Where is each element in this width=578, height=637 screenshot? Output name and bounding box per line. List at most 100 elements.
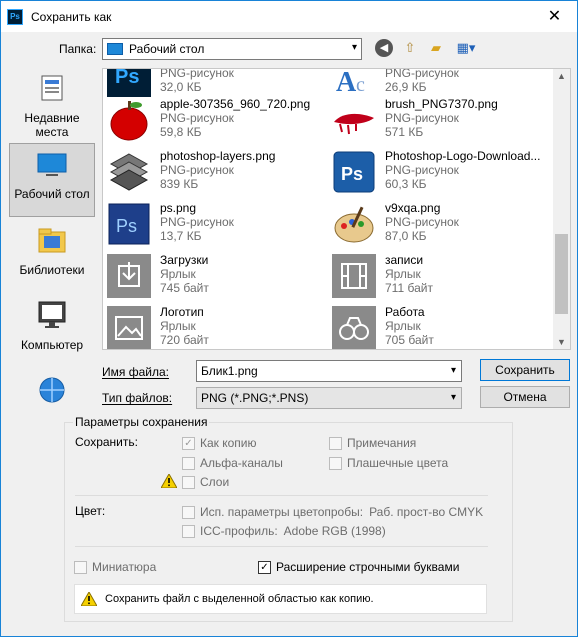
file-type: Ярлык bbox=[160, 267, 196, 281]
save-button[interactable]: Сохранить bbox=[480, 359, 570, 381]
window-title: Сохранить как bbox=[31, 9, 112, 24]
network-icon bbox=[39, 377, 65, 403]
place-recent[interactable]: Недавние места bbox=[9, 68, 95, 142]
file-item[interactable]: Логотип Ярлык 720 байт bbox=[103, 304, 318, 349]
up-folder-icon[interactable]: ⇧ bbox=[401, 39, 419, 57]
save-label: Сохранить: bbox=[75, 435, 138, 449]
svg-text:Ps: Ps bbox=[115, 68, 139, 88]
image-shortcut-icon bbox=[107, 306, 151, 349]
filename-input[interactable]: Блик1.png ▾ bbox=[196, 360, 462, 382]
icc-checkbox[interactable]: ICC-профиль: Adobe RGB (1998) bbox=[182, 524, 386, 538]
warning-icon bbox=[161, 474, 177, 488]
back-icon[interactable]: ◀ bbox=[375, 39, 393, 57]
file-item[interactable]: Загрузки Ярлык 745 байт bbox=[103, 252, 318, 302]
svg-text:Ps: Ps bbox=[116, 216, 137, 236]
file-item[interactable]: Работа Ярлык 705 байт bbox=[328, 304, 543, 349]
place-recent-label-1: Недавние bbox=[24, 111, 80, 125]
scroll-down-icon[interactable]: ▼ bbox=[557, 337, 566, 347]
separator bbox=[75, 495, 488, 496]
photoshop-app-icon: Ps bbox=[7, 8, 23, 25]
file-type: PNG-рисунок bbox=[160, 111, 234, 125]
file-item[interactable]: Ps Photoshop-Logo-Download... PNG-рисуно… bbox=[328, 148, 543, 198]
file-size: 839 КБ bbox=[160, 177, 199, 191]
layers-label: Слои bbox=[200, 475, 230, 489]
checkbox-box bbox=[329, 436, 342, 450]
chevron-down-icon[interactable]: ▾ bbox=[451, 365, 456, 376]
file-size: 32,0 КБ bbox=[160, 80, 202, 94]
nav-toolbar: ◀ ⇧ ▰ ▦▾ bbox=[375, 39, 479, 57]
file-item[interactable]: brush_PNG7370.png PNG-рисунок 571 КБ bbox=[328, 96, 543, 146]
place-desktop-label: Рабочий стол bbox=[14, 187, 90, 201]
lowercase-ext-label: Расширение строчными буквами bbox=[276, 560, 460, 574]
filetype-value: PNG (*.PNG;*.PNS) bbox=[201, 391, 309, 405]
filename-value: Блик1.png bbox=[201, 364, 258, 378]
layers-checkbox[interactable]: Слои bbox=[182, 475, 229, 489]
checkbox-box bbox=[182, 524, 195, 538]
filetype-select[interactable]: PNG (*.PNG;*.PNS) ▾ bbox=[196, 387, 462, 409]
desktop-folder-icon bbox=[107, 43, 123, 55]
place-computer-label: Компьютер bbox=[20, 338, 84, 352]
chevron-down-icon: ▾ bbox=[450, 392, 456, 403]
file-type: PNG-рисунок bbox=[160, 163, 234, 177]
file-item[interactable]: photoshop-layers.png PNG-рисунок 839 КБ bbox=[103, 148, 318, 198]
file-name: записи bbox=[385, 253, 424, 267]
scrollbar-thumb[interactable] bbox=[555, 234, 568, 314]
file-name: Логотип bbox=[160, 305, 204, 319]
file-type: Ярлык bbox=[385, 319, 421, 333]
separator bbox=[75, 546, 488, 547]
checkbox-box bbox=[182, 475, 195, 489]
libraries-icon bbox=[38, 228, 66, 253]
video-shortcut-icon bbox=[332, 254, 376, 298]
file-type: PNG-рисунок bbox=[385, 111, 459, 125]
checkbox-box bbox=[182, 456, 195, 470]
file-type: PNG-рисунок bbox=[385, 163, 459, 177]
place-libraries[interactable]: Библиотеки bbox=[9, 220, 95, 294]
file-name: ps.png bbox=[160, 201, 197, 215]
view-menu-icon[interactable]: ▦▾ bbox=[453, 39, 479, 57]
as-copy-checkbox[interactable]: ✓ Как копию bbox=[182, 436, 257, 450]
place-desktop[interactable]: Рабочий стол bbox=[9, 143, 95, 217]
file-type: PNG-рисунок bbox=[160, 215, 234, 229]
notes-checkbox[interactable]: Примечания bbox=[329, 436, 416, 450]
file-name: Загрузки bbox=[160, 253, 209, 267]
chevron-down-icon: ▾ bbox=[351, 42, 357, 53]
file-size: 705 байт bbox=[385, 333, 434, 347]
save-options-title: Параметры сохранения bbox=[73, 415, 210, 429]
spot-checkbox[interactable]: Плашечные цвета bbox=[329, 456, 448, 470]
lowercase-ext-checkbox[interactable]: ✓ Расширение строчными буквами bbox=[258, 560, 459, 574]
thumbnail-checkbox[interactable]: Миниатюра bbox=[74, 560, 156, 574]
proof-checkbox[interactable]: Исп. параметры цветопробы: Раб. прост-во … bbox=[182, 505, 483, 519]
computer-icon bbox=[38, 301, 66, 328]
thumbnail-label: Миниатюра bbox=[92, 560, 157, 574]
checkbox-box bbox=[182, 505, 195, 519]
alpha-checkbox[interactable]: Альфа-каналы bbox=[182, 456, 283, 470]
color-label: Цвет: bbox=[75, 504, 106, 518]
file-list-scrollbar[interactable]: ▲ ▼ bbox=[553, 69, 570, 349]
cancel-button[interactable]: Отмена bbox=[480, 386, 570, 408]
file-item[interactable]: apple-307356_960_720.png PNG-рисунок 59,… bbox=[103, 96, 318, 146]
file-type: PNG-рисунок bbox=[160, 68, 234, 80]
icc-label: ICC-профиль: bbox=[200, 524, 278, 538]
file-item[interactable]: Ps ps.png PNG-рисунок 13,7 КБ bbox=[103, 200, 318, 250]
spot-label: Плашечные цвета bbox=[347, 456, 449, 470]
scroll-up-icon[interactable]: ▲ bbox=[557, 71, 566, 81]
close-icon[interactable]: ✕ bbox=[532, 1, 577, 31]
file-item[interactable]: записи Ярлык 711 байт bbox=[328, 252, 543, 302]
binoculars-shortcut-icon bbox=[332, 306, 376, 349]
place-computer[interactable]: Компьютер bbox=[9, 295, 95, 369]
file-name: Photoshop-Logo-Download... bbox=[385, 149, 541, 163]
place-network[interactable] bbox=[9, 370, 95, 408]
icc-value: Adobe RGB (1998) bbox=[283, 524, 386, 538]
file-list[interactable]: Ps PNG-рисунок 32,0 КБ Ac PNG-рисунок 26… bbox=[102, 68, 571, 350]
downloads-shortcut-icon bbox=[107, 254, 151, 298]
folder-dropdown[interactable]: Рабочий стол ▾ bbox=[102, 38, 362, 60]
proof-label: Исп. параметры цветопробы: bbox=[200, 505, 364, 519]
file-type: PNG-рисунок bbox=[385, 68, 459, 80]
file-size: 720 байт bbox=[160, 333, 209, 347]
file-item[interactable]: v9xqa.png PNG-рисунок 87,0 КБ bbox=[328, 200, 543, 250]
new-folder-icon[interactable]: ▰ bbox=[427, 39, 445, 57]
svg-text:c: c bbox=[356, 74, 365, 96]
file-name: v9xqa.png bbox=[385, 201, 441, 215]
file-type: Ярлык bbox=[385, 267, 421, 281]
file-size: 13,7 КБ bbox=[160, 229, 202, 243]
